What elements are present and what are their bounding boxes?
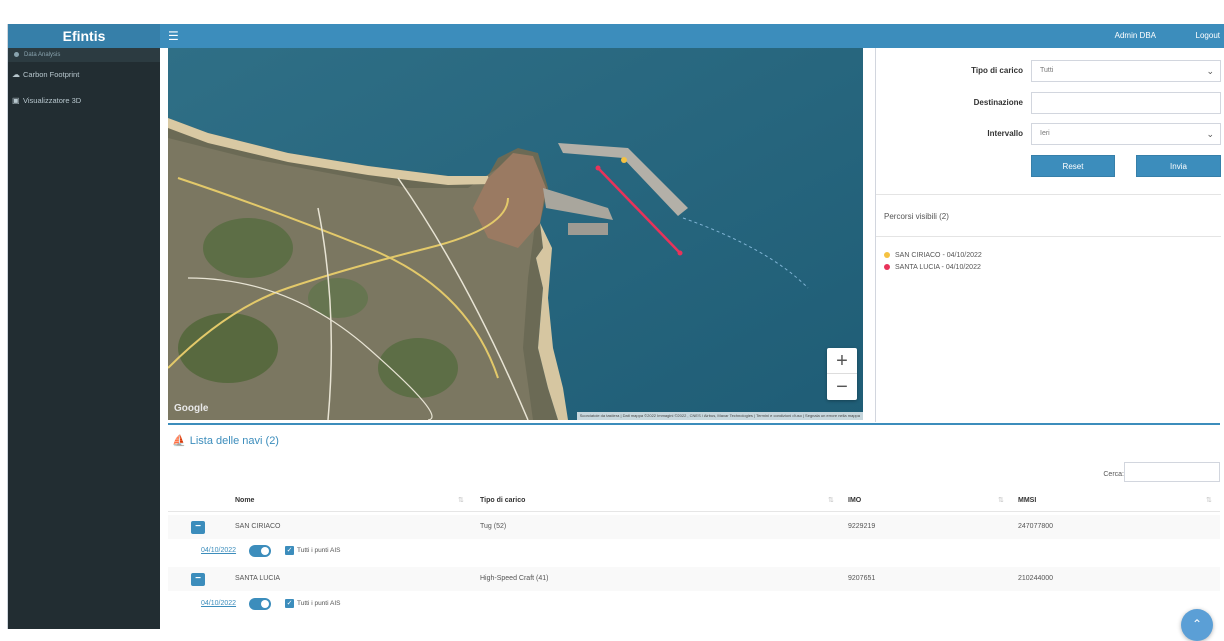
- logout-link[interactable]: Logout: [1196, 24, 1220, 48]
- column-header-tipo[interactable]: Tipo di carico: [480, 490, 525, 512]
- date-link[interactable]: 04/10/2022: [201, 539, 236, 563]
- sort-icon[interactable]: ⇅: [828, 490, 834, 512]
- cell-mmsi: 247077800: [1018, 523, 1054, 530]
- column-header-mmsi[interactable]: MMSI: [1018, 490, 1036, 512]
- cell-nome: SANTA LUCIA: [235, 575, 280, 582]
- reset-button[interactable]: Reset: [1031, 155, 1115, 177]
- cell-tipo: Tug (52): [480, 523, 507, 530]
- date-link[interactable]: 04/10/2022: [201, 592, 236, 616]
- brand-logo[interactable]: Efintis: [8, 24, 160, 48]
- filter-intervallo-row: Intervallo Ieri ⌄: [876, 123, 1221, 145]
- bullet-icon: [14, 51, 19, 57]
- ais-checkbox-label: Tutti i punti AIS: [297, 547, 341, 554]
- sidebar: Data Analysis ☁ Carbon Footprint ▣ Visuali…: [8, 48, 160, 629]
- sidebar-section-label: Data Analysis: [24, 52, 61, 58]
- tipo-select[interactable]: Tutti ⌄: [1031, 60, 1221, 82]
- sidebar-item-label: Visualizzatore 3D: [23, 96, 82, 105]
- table-row[interactable]: − SANTA LUCIA High-Speed Craft (41) 9207…: [168, 567, 1220, 591]
- table-row[interactable]: − SAN CIRIACO Tug (52) 9229219 247077800: [168, 515, 1220, 539]
- sidebar-item-data-analysis[interactable]: Data Analysis: [8, 48, 160, 62]
- intervallo-select[interactable]: Ieri ⌄: [1031, 123, 1221, 145]
- collapse-row-button[interactable]: −: [191, 573, 205, 586]
- cube-icon: ▣: [12, 96, 20, 105]
- search-label: Cerca:: [1103, 471, 1124, 478]
- route-label: SANTA LUCIA - 04/10/2022: [895, 264, 981, 271]
- ship-icon: ⛵: [172, 435, 186, 447]
- top-navbar: Efintis ☰ Admin DBA Logout: [8, 24, 1224, 48]
- filter-panel: Tipo di carico Tutti ⌄ Destinazione Inte…: [875, 48, 1221, 422]
- divider: [876, 194, 1221, 195]
- visibility-toggle[interactable]: [249, 545, 271, 557]
- cell-mmsi: 210244000: [1018, 575, 1054, 582]
- routes-title: Percorsi visibili (2): [884, 212, 949, 221]
- scroll-to-top-button[interactable]: ⌃: [1181, 609, 1213, 641]
- table-header: Nome ⇅ Tipo di carico ⇅ IMO ⇅ MMSI ⇅: [168, 490, 1220, 512]
- tipo-label: Tipo di carico: [971, 66, 1023, 75]
- cell-tipo: High-Speed Craft (41): [480, 575, 549, 582]
- toggle-knob: [261, 600, 269, 608]
- visibility-toggle[interactable]: [249, 598, 271, 610]
- google-logo: Google: [174, 403, 209, 414]
- ais-checkbox-label: Tutti i punti AIS: [297, 600, 341, 607]
- filter-dest-row: Destinazione: [876, 92, 1221, 114]
- sort-icon[interactable]: ⇅: [458, 490, 464, 512]
- divider: [876, 236, 1221, 237]
- map-zoom-control: + −: [827, 348, 857, 400]
- ships-title-text: Lista delle navi (2): [189, 435, 279, 447]
- ships-list-box: ⛵ Lista delle navi (2) Cerca: Nome ⇅ Tipo…: [168, 423, 1220, 641]
- tipo-value: Tutti: [1040, 67, 1054, 74]
- intervallo-label: Intervallo: [987, 129, 1023, 138]
- route-color-dot: [884, 252, 890, 259]
- column-header-nome[interactable]: Nome: [235, 490, 254, 512]
- map-attribution[interactable]: Scorciatoie da tastiera | Dati mappa ©20…: [576, 412, 863, 420]
- chevron-down-icon: ⌄: [1206, 129, 1214, 139]
- column-header-imo[interactable]: IMO: [848, 490, 861, 512]
- satellite-map: [168, 48, 863, 420]
- ais-checkbox[interactable]: ✓: [285, 599, 294, 608]
- sidebar-item-label: Carbon Footprint: [23, 70, 80, 79]
- route-legend-item[interactable]: SANTA LUCIA - 04/10/2022: [884, 264, 981, 271]
- search-input[interactable]: [1124, 462, 1220, 482]
- route-color-dot: [884, 264, 890, 271]
- map-view[interactable]: + − Google Scorciatoie da tastiera | Dat…: [168, 48, 863, 420]
- intervallo-value: Ieri: [1040, 130, 1050, 137]
- invia-button[interactable]: Invia: [1136, 155, 1221, 177]
- chevron-down-icon: ⌄: [1206, 66, 1214, 76]
- cell-imo: 9207651: [848, 575, 876, 582]
- cloud-icon: ☁: [12, 70, 20, 79]
- sidebar-item-carbon-footprint[interactable]: ☁ Carbon Footprint: [8, 62, 160, 88]
- row-details: 04/10/2022 ✓ Tutti i punti AIS: [168, 539, 1220, 563]
- cell-nome: SAN CIRIACO: [235, 523, 281, 530]
- hamburger-icon[interactable]: ☰: [168, 24, 179, 48]
- ais-checkbox[interactable]: ✓: [285, 546, 294, 555]
- toggle-knob: [261, 547, 269, 555]
- zoom-in-button[interactable]: +: [827, 348, 857, 374]
- route-label: SAN CIRIACO - 04/10/2022: [895, 252, 982, 259]
- sort-icon[interactable]: ⇅: [1206, 490, 1212, 512]
- user-menu[interactable]: Admin DBA: [1115, 24, 1156, 48]
- dest-label: Destinazione: [973, 98, 1023, 107]
- row-details: 04/10/2022 ✓ Tutti i punti AIS: [168, 592, 1220, 616]
- route-legend-item[interactable]: SAN CIRIACO - 04/10/2022: [884, 252, 982, 259]
- sidebar-item-visualizzatore-3d[interactable]: ▣ Visualizzatore 3D: [8, 88, 160, 114]
- cell-imo: 9229219: [848, 523, 876, 530]
- ships-list-title: ⛵ Lista delle navi (2): [172, 434, 279, 447]
- destinazione-input[interactable]: [1031, 92, 1221, 114]
- filter-tipo-row: Tipo di carico Tutti ⌄: [876, 60, 1221, 82]
- collapse-row-button[interactable]: −: [191, 521, 205, 534]
- zoom-out-button[interactable]: −: [827, 374, 857, 400]
- sort-icon[interactable]: ⇅: [998, 490, 1004, 512]
